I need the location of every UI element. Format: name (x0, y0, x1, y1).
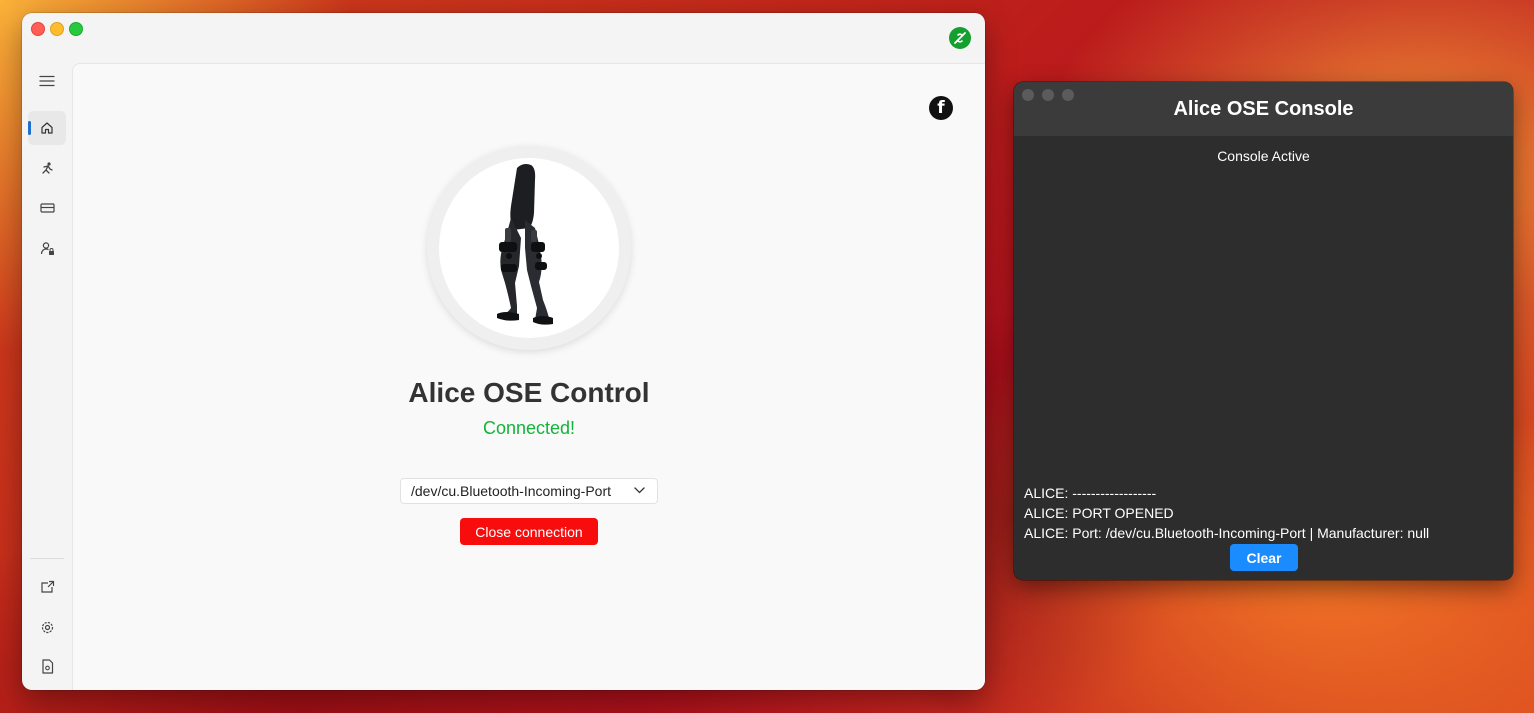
window-maximize-button[interactable] (69, 22, 83, 36)
sidebar-item-document[interactable] (28, 649, 66, 683)
gear-icon (41, 621, 53, 633)
port-select-value: /dev/cu.Bluetooth-Incoming-Port (411, 483, 611, 499)
close-connection-button[interactable]: Close connection (460, 518, 598, 545)
sidebar-item-exoskeleton[interactable] (28, 151, 66, 185)
console-title: Alice OSE Console (1173, 98, 1354, 120)
app-title: Alice OSE Control (408, 377, 650, 408)
main-content: f Alice OSE Control Connected! /dev/cu.B… (72, 63, 985, 690)
chevron-down-icon (634, 487, 645, 494)
sidebar-item-card[interactable] (28, 191, 66, 225)
connection-status-text: Connected! (482, 418, 576, 438)
sidebar-item-user-lock[interactable] (28, 231, 66, 265)
exoskeleton-icon (42, 162, 53, 174)
clear-button[interactable]: Clear (1230, 544, 1298, 571)
main-window: f Alice OSE Control Connected! /dev/cu.B… (22, 13, 985, 690)
console-window: Alice OSE Console Console Active ALICE: … (1014, 82, 1513, 580)
menu-button[interactable] (28, 64, 66, 98)
sidebar-item-home[interactable] (28, 111, 66, 145)
connection-status-icon[interactable] (949, 27, 971, 49)
console-status: Console Active (1217, 148, 1310, 164)
port-select[interactable]: /dev/cu.Bluetooth-Incoming-Port (400, 478, 658, 504)
log-line: ALICE: Port: /dev/cu.Bluetooth-Incoming-… (1024, 525, 1430, 541)
user-lock-icon (40, 241, 54, 255)
sidebar (22, 63, 72, 690)
sidebar-item-export[interactable] (28, 570, 66, 604)
window-close-button[interactable] (31, 22, 45, 36)
log-line: ALICE: ------------------ (1024, 485, 1157, 501)
title-bar (22, 13, 985, 63)
device-avatar (427, 146, 631, 350)
hamburger-icon (39, 75, 55, 87)
sidebar-item-settings[interactable] (28, 610, 66, 644)
window-minimize-button[interactable] (50, 22, 64, 36)
card-icon (39, 203, 55, 213)
home-icon (41, 122, 53, 134)
export-icon (40, 580, 54, 593)
console-log: ALICE: ------------------ ALICE: PORT OP… (1024, 483, 1429, 543)
document-icon (41, 658, 53, 674)
facebook-icon[interactable]: f (929, 96, 953, 120)
sidebar-divider (30, 558, 64, 559)
exoskeleton-image (439, 158, 619, 338)
console-title-bar: Alice OSE Console (1014, 82, 1513, 136)
log-line: ALICE: PORT OPENED (1024, 505, 1174, 521)
